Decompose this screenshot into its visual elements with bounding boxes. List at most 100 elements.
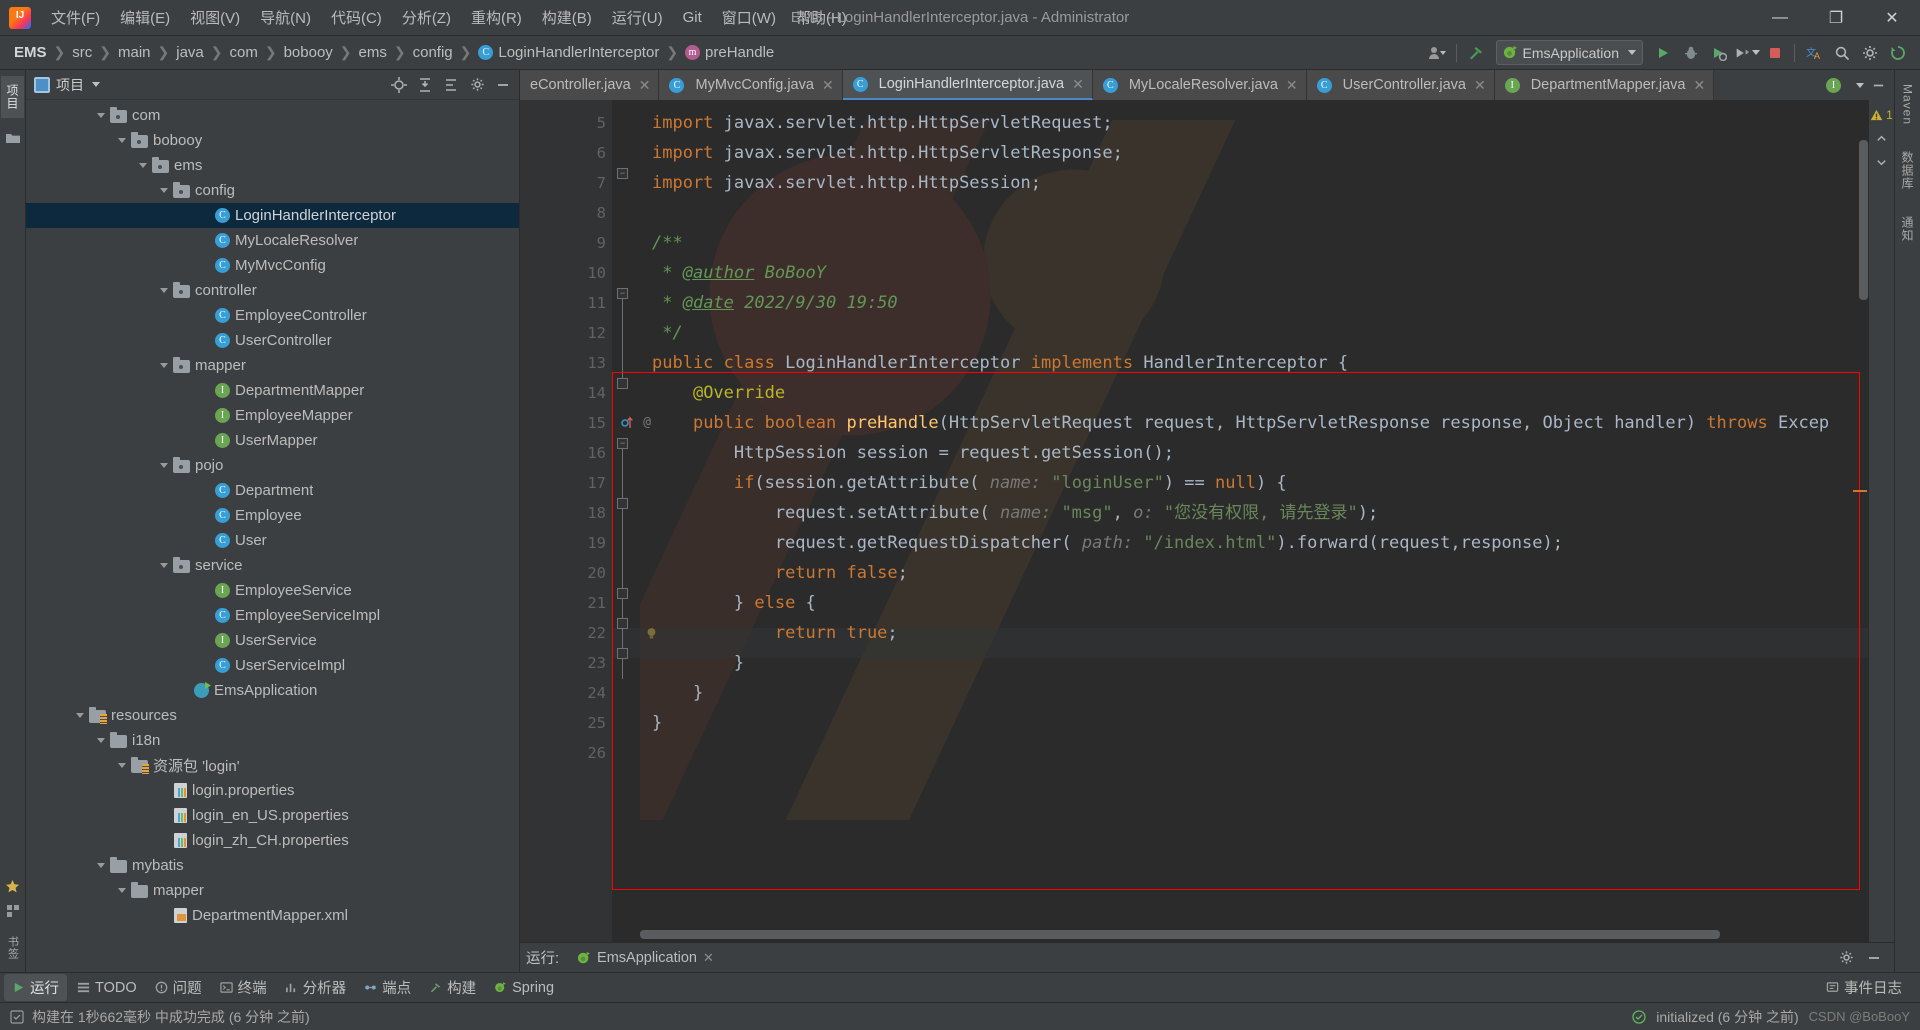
menu-git[interactable]: Git [673, 5, 712, 30]
tree-item-i18n[interactable]: i18n [26, 728, 519, 753]
minimize-button[interactable]: — [1752, 0, 1808, 35]
chevron-down-icon[interactable] [158, 459, 171, 472]
source-code[interactable]: import javax.servlet.http.HttpServletReq… [612, 100, 1894, 738]
tree-item-userservice[interactable]: I UserService [26, 628, 519, 653]
line-number-15[interactable]: 15 @ [520, 408, 651, 438]
tree-item-mybatis[interactable]: mybatis [26, 853, 519, 878]
update-icon[interactable] [1885, 40, 1911, 66]
line-number-6[interactable]: 6 [520, 138, 612, 168]
line-number-20[interactable]: 20 [520, 558, 612, 588]
coverage-icon[interactable] [1706, 40, 1732, 66]
menu-refactor[interactable]: 重构(R) [461, 3, 532, 32]
menu-edit[interactable]: 编辑(E) [110, 3, 180, 32]
tree-item-usermapper[interactable]: I UserMapper [26, 428, 519, 453]
chevron-down-icon[interactable] [95, 859, 108, 872]
maximize-button[interactable]: ❐ [1808, 0, 1864, 35]
tree-item-department[interactable]: C Department [26, 478, 519, 503]
tree-item-resources[interactable]: resources [26, 703, 519, 728]
run-configuration-selector[interactable]: EmsApplication [1495, 40, 1643, 65]
chevron-down-icon[interactable] [158, 559, 171, 572]
editor-vertical-scrollbar[interactable] [1859, 140, 1868, 300]
tree-item-login-properties[interactable]: login.properties [26, 778, 519, 803]
chevron-down-icon[interactable] [137, 159, 150, 172]
editor-horizontal-scrollbar[interactable] [640, 930, 1720, 939]
run-tab-emsapplication[interactable]: EmsApplication ✕ [571, 948, 720, 968]
menu-help[interactable]: 帮助(H) [786, 3, 857, 32]
editor-tab-departmentmapper-java[interactable]: I DepartmentMapper.java ✕ [1494, 70, 1715, 100]
menu-window[interactable]: 窗口(W) [712, 3, 786, 32]
line-number-24[interactable]: 24 [520, 678, 612, 708]
expand-icon[interactable] [439, 73, 463, 97]
breadcrumb-item-ems[interactable]: ems [355, 42, 391, 63]
toolwindow-build[interactable]: 构建 [421, 974, 484, 1001]
close-icon[interactable]: ✕ [1474, 77, 1486, 94]
tree-item-emsapplication[interactable]: EmsApplication [26, 678, 519, 703]
user-account-icon[interactable] [1424, 40, 1450, 66]
menu-build[interactable]: 构建(B) [532, 3, 602, 32]
locate-icon[interactable] [387, 73, 411, 97]
tool-window-bar[interactable]: 运行 TODO 问题 终端 分析器 端点 构建 Spring 事件日志 [0, 972, 1920, 1002]
tree-item-mapper[interactable]: mapper [26, 353, 519, 378]
chevron-down-icon[interactable] [92, 82, 100, 87]
line-number-21[interactable]: 21 [520, 588, 612, 618]
tree-item-service[interactable]: service [26, 553, 519, 578]
gear-icon[interactable] [465, 73, 489, 97]
line-number-11[interactable]: 11 [520, 288, 612, 318]
chevron-down-icon[interactable] [74, 709, 87, 722]
line-number-25[interactable]: 25 [520, 708, 612, 738]
tree-item-userserviceimpl[interactable]: C UserServiceImpl [26, 653, 519, 678]
line-number-18[interactable]: 18 [520, 498, 612, 528]
menu-run[interactable]: 运行(U) [602, 3, 673, 32]
breadcrumb-item-config[interactable]: config [409, 42, 457, 63]
chevron-down-icon[interactable] [116, 884, 129, 897]
line-number-5[interactable]: 5 [520, 108, 612, 138]
line-number-7[interactable]: 7 [520, 168, 612, 198]
chevron-down-icon[interactable] [95, 109, 108, 122]
line-number-10[interactable]: 10 [520, 258, 612, 288]
strip-tab-project[interactable]: 项目 [1, 76, 24, 118]
toolwindow-profiler[interactable]: 分析器 [277, 974, 355, 1001]
menu-analyze[interactable]: 分析(Z) [392, 3, 461, 32]
chevron-up-icon[interactable] [1870, 126, 1894, 150]
profiler-icon[interactable] [1734, 40, 1760, 66]
editor-tab-mymvcconfig-java[interactable]: C MyMvcConfig.java ✕ [659, 70, 843, 100]
close-icon[interactable]: ✕ [1693, 77, 1705, 94]
debug-bug-icon[interactable] [1678, 40, 1704, 66]
stop-square-icon[interactable] [1762, 40, 1788, 66]
close-icon[interactable]: ✕ [1072, 76, 1084, 93]
gear-icon[interactable] [1857, 40, 1883, 66]
chevron-down-icon[interactable] [158, 284, 171, 297]
line-number-gutter[interactable]: 5 6 7 8 9 10 11 12 13 14 15 @ 16 17 18 19 20 21 22 23 24 25 26 [520, 100, 655, 942]
breadcrumb-item-src[interactable]: src [68, 42, 96, 63]
minimize-icon[interactable] [1866, 73, 1890, 97]
tree-item-com[interactable]: com [26, 103, 519, 128]
structure-grid-icon[interactable] [6, 904, 20, 918]
gear-icon[interactable] [1834, 946, 1858, 970]
chevron-down-icon[interactable] [1856, 82, 1864, 88]
favorites-star-icon[interactable] [5, 879, 20, 894]
tree-item-departmentmapper[interactable]: I DepartmentMapper [26, 378, 519, 403]
close-button[interactable]: ✕ [1864, 0, 1920, 35]
tree-item-pojo[interactable]: pojo [26, 453, 519, 478]
menu-navigate[interactable]: 导航(N) [250, 3, 321, 32]
search-icon[interactable] [1829, 40, 1855, 66]
line-number-23[interactable]: 23 [520, 648, 612, 678]
code-editor[interactable]: 5 6 7 8 9 10 11 12 13 14 15 @ 16 17 18 19 20 21 22 23 24 25 26… [520, 100, 1894, 942]
tree-item-usercontroller[interactable]: C UserController [26, 328, 519, 353]
line-number-26[interactable]: 26 [520, 738, 612, 768]
toolwindow-spring[interactable]: Spring [486, 977, 562, 999]
breadcrumb-item-method[interactable]: m preHandle [681, 42, 778, 63]
strip-tab-bookmarks[interactable]: 书签 [2, 928, 24, 968]
editor-tab-bar[interactable]: eController.java ✕ C MyMvcConfig.java ✕ C Logi… [520, 70, 1894, 100]
tree-item-employeecontroller[interactable]: C EmployeeController [26, 303, 519, 328]
collapse-all-icon[interactable] [413, 73, 437, 97]
breadcrumb-item-main[interactable]: main [114, 42, 155, 63]
strip-tab-maven[interactable]: Maven [1898, 76, 1918, 133]
tree-item-employee[interactable]: C Employee [26, 503, 519, 528]
menu-code[interactable]: 代码(C) [321, 3, 392, 32]
tree-item-employeemapper[interactable]: I EmployeeMapper [26, 403, 519, 428]
chevron-down-icon[interactable] [95, 734, 108, 747]
line-number-22[interactable]: 22 [520, 618, 655, 648]
close-icon[interactable]: ✕ [639, 77, 651, 94]
warning-count-chip[interactable]: 1 [1870, 108, 1893, 122]
